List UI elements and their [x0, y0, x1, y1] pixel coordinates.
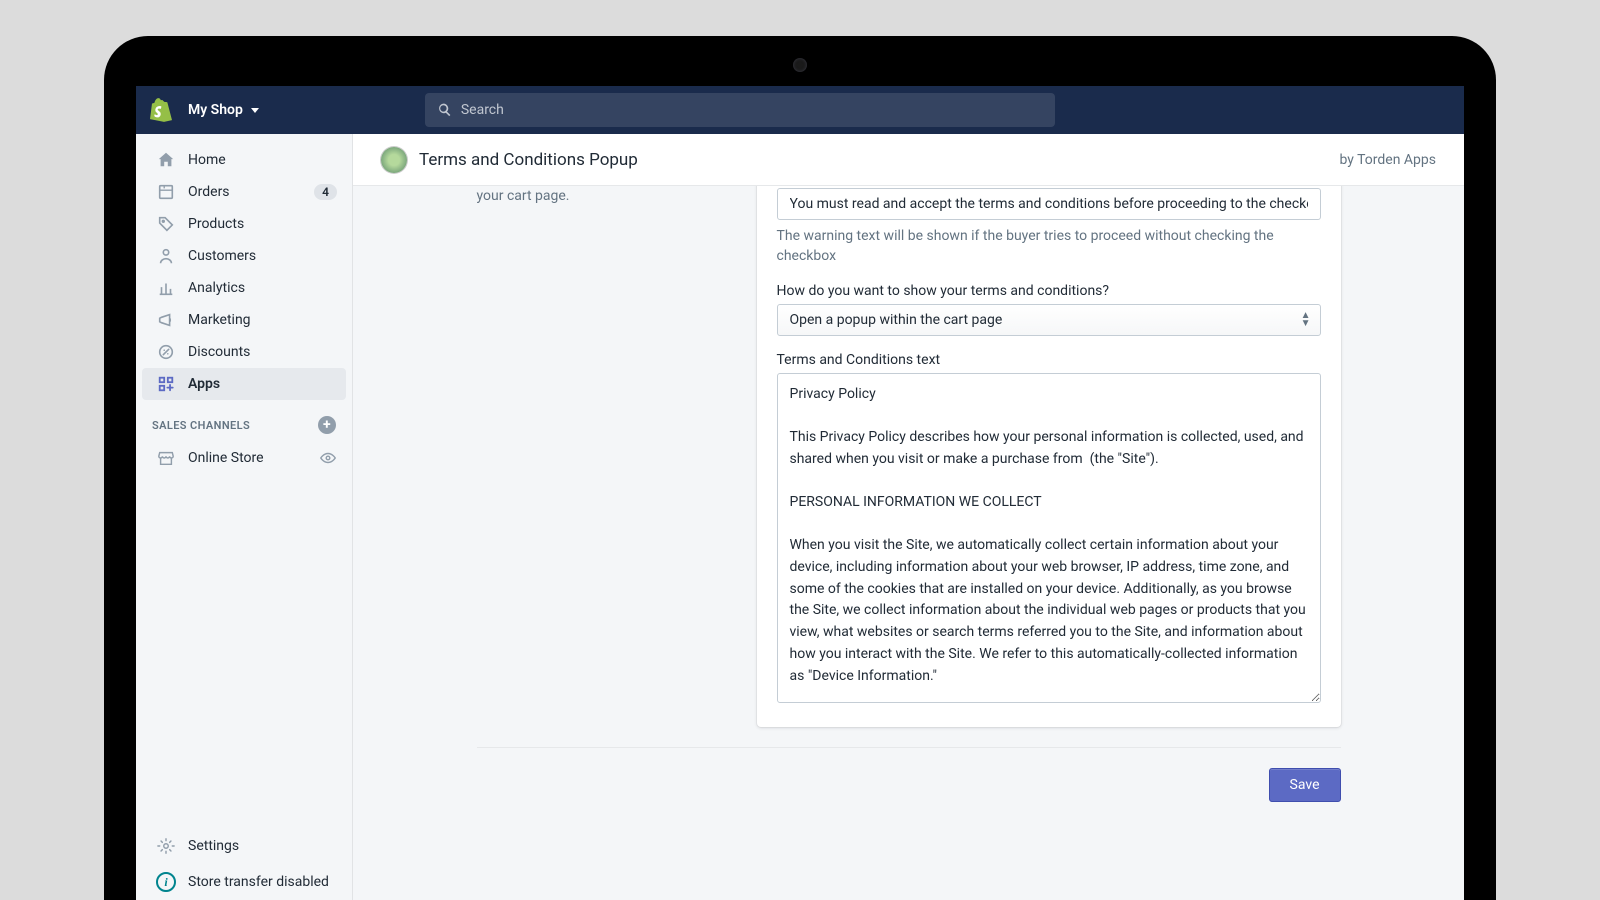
show-mode-label: How do you want to show your terms and c…: [777, 283, 1321, 299]
laptop-camera: [793, 58, 807, 72]
nav-apps[interactable]: Apps: [142, 368, 346, 400]
warning-text-input[interactable]: [777, 188, 1321, 220]
tag-icon: [156, 214, 176, 234]
person-icon: [156, 246, 176, 266]
vendor-label: by Torden Apps: [1340, 152, 1437, 168]
nav-label: Products: [188, 216, 244, 232]
nav-customers[interactable]: Customers: [142, 240, 346, 272]
warning-help-text: The warning text will be shown if the bu…: [777, 226, 1321, 267]
chevron-down-icon: [251, 108, 259, 113]
nav-settings[interactable]: Settings: [142, 828, 346, 864]
shop-name-label: My Shop: [188, 102, 243, 118]
page-footer: Save: [477, 747, 1341, 802]
nav-label: Orders: [188, 184, 230, 200]
shopify-logo-icon: [150, 97, 172, 123]
settings-card: The warning text will be shown if the bu…: [757, 186, 1341, 727]
app-icon: [381, 147, 407, 173]
save-button[interactable]: Save: [1269, 768, 1341, 802]
nav-products[interactable]: Products: [142, 208, 346, 240]
nav-label: Settings: [188, 838, 239, 854]
page-title: Terms and Conditions Popup: [419, 150, 638, 170]
section-help-text: your cart page.: [477, 186, 727, 207]
apps-icon: [156, 374, 176, 394]
content-area[interactable]: your cart page. The warning text will be…: [353, 186, 1464, 900]
orders-icon: [156, 182, 176, 202]
nav-discounts[interactable]: Discounts: [142, 336, 346, 368]
nav-orders[interactable]: Orders 4: [142, 176, 346, 208]
show-mode-select[interactable]: Open a popup within the cart page: [777, 304, 1321, 336]
nav-analytics[interactable]: Analytics: [142, 272, 346, 304]
gear-icon: [156, 836, 176, 856]
nav-online-store[interactable]: Online Store: [142, 442, 346, 474]
shop-switcher[interactable]: My Shop: [188, 102, 259, 118]
nav-label: Home: [188, 152, 226, 168]
sales-channels-heading: SALES CHANNELS +: [136, 400, 352, 442]
topbar: My Shop: [136, 86, 1464, 134]
eye-icon[interactable]: [319, 449, 337, 467]
orders-badge: 4: [314, 184, 337, 200]
add-channel-button[interactable]: +: [318, 416, 336, 434]
nav-label: Apps: [188, 376, 220, 392]
megaphone-icon: [156, 310, 176, 330]
nav-transfer-disabled[interactable]: i Store transfer disabled: [142, 864, 346, 900]
nav-label: Analytics: [188, 280, 245, 296]
laptop-frame: My Shop Home Orders: [104, 36, 1496, 900]
home-icon: [156, 150, 176, 170]
chart-icon: [156, 278, 176, 298]
search-icon: [437, 102, 453, 118]
app-screen: My Shop Home Orders: [136, 86, 1464, 900]
tc-textarea[interactable]: [777, 373, 1321, 703]
nav-label: Online Store: [188, 450, 264, 466]
tc-text-label: Terms and Conditions text: [777, 352, 1321, 368]
nav-marketing[interactable]: Marketing: [142, 304, 346, 336]
nav-home[interactable]: Home: [142, 144, 346, 176]
page-header: Terms and Conditions Popup by Torden App…: [353, 134, 1464, 186]
main-area: Terms and Conditions Popup by Torden App…: [353, 134, 1464, 900]
nav-label: Marketing: [188, 312, 251, 328]
nav-label: Customers: [188, 248, 256, 264]
nav-label: Store transfer disabled: [188, 874, 329, 890]
search-input[interactable]: [461, 102, 1043, 118]
store-icon: [156, 448, 176, 468]
sidebar: Home Orders 4 Products Customers: [136, 134, 353, 900]
info-icon: i: [156, 872, 176, 892]
discount-icon: [156, 342, 176, 362]
global-search[interactable]: [425, 93, 1055, 127]
nav-label: Discounts: [188, 344, 250, 360]
